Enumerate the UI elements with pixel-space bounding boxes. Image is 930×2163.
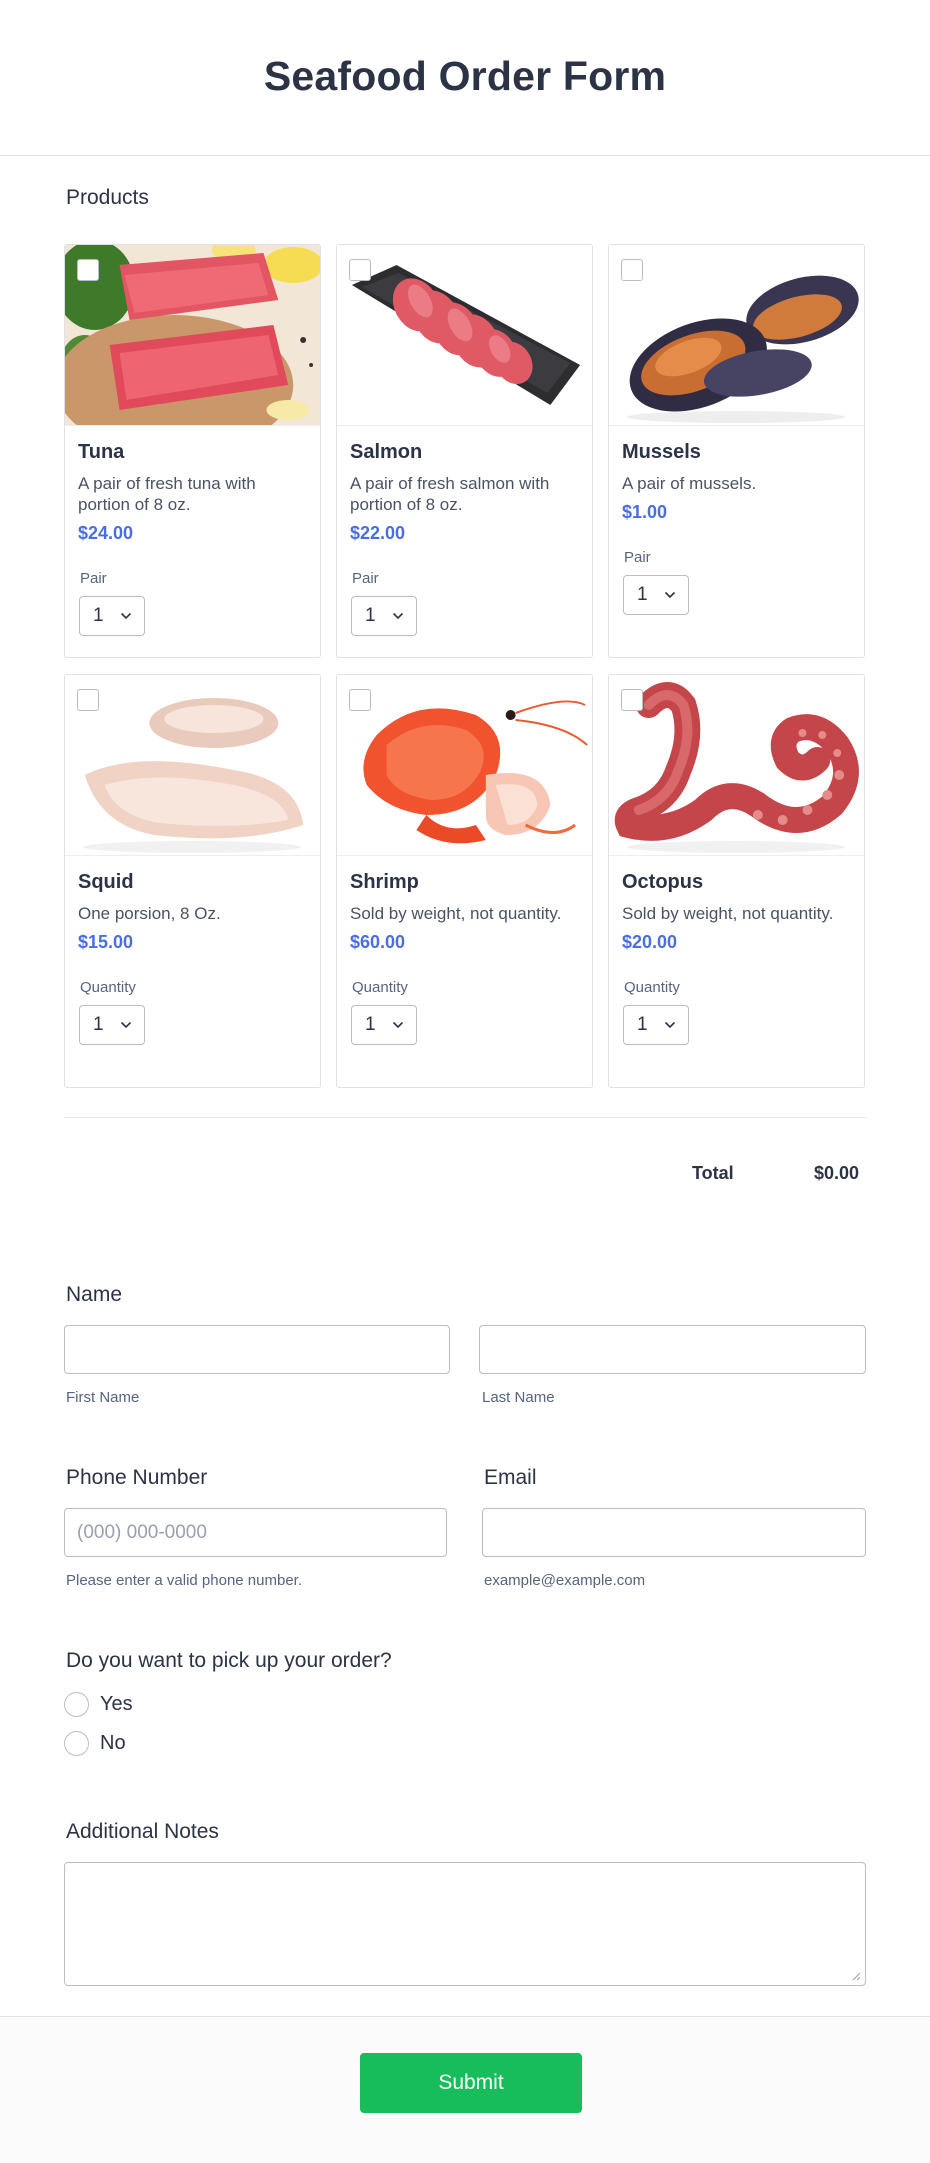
pickup-option-yes[interactable]: Yes xyxy=(64,1692,133,1717)
shrimp-image xyxy=(337,675,592,856)
option-label: Pair xyxy=(80,570,107,587)
radio-no[interactable] xyxy=(64,1731,89,1756)
products-divider xyxy=(64,1117,866,1118)
product-name: Shrimp xyxy=(350,871,419,893)
product-description: A pair of mussels. xyxy=(622,474,757,493)
resize-handle-icon[interactable] xyxy=(852,1972,861,1981)
octopus-image xyxy=(609,675,864,856)
product-name: Mussels xyxy=(622,441,701,463)
quantity-value: 1 xyxy=(365,1014,376,1035)
select-shrimp-checkbox[interactable] xyxy=(349,689,371,711)
product-name: Squid xyxy=(78,871,134,893)
radio-no-label: No xyxy=(100,1732,126,1754)
last-name-input[interactable] xyxy=(479,1325,866,1374)
product-description: A pair of fresh salmon with portion of 8… xyxy=(350,474,550,514)
option-label: Quantity xyxy=(624,979,680,996)
pickup-question: Do you want to pick up your order? xyxy=(66,1649,392,1672)
email-sublabel: example@example.com xyxy=(484,1572,646,1589)
quantity-select[interactable]: 1 xyxy=(623,1005,689,1045)
first-name-input[interactable] xyxy=(64,1325,450,1374)
quantity-value: 1 xyxy=(93,1014,104,1035)
phone-label: Phone Number xyxy=(66,1466,208,1489)
notes-textarea[interactable] xyxy=(64,1862,866,1986)
product-grid: Tuna A pair of fresh tuna with portion o… xyxy=(64,244,866,1088)
form-header: Seafood Order Form xyxy=(0,0,930,156)
product-price: $22.00 xyxy=(350,523,406,543)
tuna-image xyxy=(65,245,320,426)
quantity-value: 1 xyxy=(637,584,648,605)
notes-label: Additional Notes xyxy=(66,1820,219,1843)
email-input[interactable] xyxy=(482,1508,866,1557)
product-price: $20.00 xyxy=(622,932,678,952)
product-price: $1.00 xyxy=(622,502,668,522)
phone-sublabel: Please enter a valid phone number. xyxy=(66,1572,302,1589)
option-label: Quantity xyxy=(352,979,408,996)
products-label: Products xyxy=(66,186,149,209)
product-card-mussels: Mussels A pair of mussels. $1.00 Pair 1 xyxy=(608,244,865,658)
total-value: $0.00 xyxy=(814,1163,860,1183)
quantity-value: 1 xyxy=(637,1014,648,1035)
quantity-select[interactable]: 1 xyxy=(351,1005,417,1045)
salmon-image xyxy=(337,245,592,426)
chevron-down-icon xyxy=(392,612,404,620)
product-price: $15.00 xyxy=(78,932,134,952)
product-card-shrimp: Shrimp Sold by weight, not quantity. $60… xyxy=(336,674,593,1088)
select-mussels-checkbox[interactable] xyxy=(621,259,643,281)
quantity-select[interactable]: 1 xyxy=(623,575,689,615)
chevron-down-icon xyxy=(120,1021,132,1029)
email-label: Email xyxy=(484,1466,537,1489)
select-salmon-checkbox[interactable] xyxy=(349,259,371,281)
chevron-down-icon xyxy=(392,1021,404,1029)
select-tuna-checkbox[interactable] xyxy=(77,259,99,281)
chevron-down-icon xyxy=(120,612,132,620)
phone-input[interactable]: (000) 000-0000 xyxy=(64,1508,447,1557)
product-description: One porsion, 8 Oz. xyxy=(78,904,221,923)
quantity-select[interactable]: 1 xyxy=(351,596,417,636)
chevron-down-icon xyxy=(664,1021,676,1029)
chevron-down-icon xyxy=(664,591,676,599)
pickup-option-no[interactable]: No xyxy=(64,1731,126,1756)
squid-image xyxy=(65,675,320,856)
product-card-squid: Squid One porsion, 8 Oz. $15.00 Quantity… xyxy=(64,674,321,1088)
product-card-tuna: Tuna A pair of fresh tuna with portion o… xyxy=(64,244,321,658)
product-name: Octopus xyxy=(622,871,704,893)
quantity-select[interactable]: 1 xyxy=(79,596,145,636)
product-description: Sold by weight, not quantity. xyxy=(350,904,562,923)
total-label: Total xyxy=(692,1163,734,1183)
product-description: A pair of fresh tuna with portion of 8 o… xyxy=(78,474,256,514)
product-card-salmon: Salmon A pair of fresh salmon with porti… xyxy=(336,244,593,658)
option-label: Pair xyxy=(624,549,651,566)
product-price: $24.00 xyxy=(78,523,134,543)
product-name: Salmon xyxy=(350,441,423,463)
option-label: Quantity xyxy=(80,979,136,996)
product-description: Sold by weight, not quantity. xyxy=(622,904,834,923)
mussels-image xyxy=(609,245,864,426)
quantity-value: 1 xyxy=(93,605,104,626)
select-octopus-checkbox[interactable] xyxy=(621,689,643,711)
option-label: Pair xyxy=(352,570,379,587)
last-name-sublabel: Last Name xyxy=(482,1389,555,1406)
quantity-value: 1 xyxy=(365,605,376,626)
select-squid-checkbox[interactable] xyxy=(77,689,99,711)
product-price: $60.00 xyxy=(350,932,406,952)
quantity-select[interactable]: 1 xyxy=(79,1005,145,1045)
first-name-sublabel: First Name xyxy=(66,1389,140,1406)
submit-button[interactable]: Submit xyxy=(360,2053,582,2113)
product-card-octopus: Octopus Sold by weight, not quantity. $2… xyxy=(608,674,865,1088)
radio-yes-label: Yes xyxy=(100,1693,133,1715)
radio-yes[interactable] xyxy=(64,1692,89,1717)
name-label: Name xyxy=(66,1283,123,1306)
product-name: Tuna xyxy=(78,441,125,463)
form-title: Seafood Order Form xyxy=(263,53,667,99)
phone-placeholder: (000) 000-0000 xyxy=(77,1521,207,1543)
